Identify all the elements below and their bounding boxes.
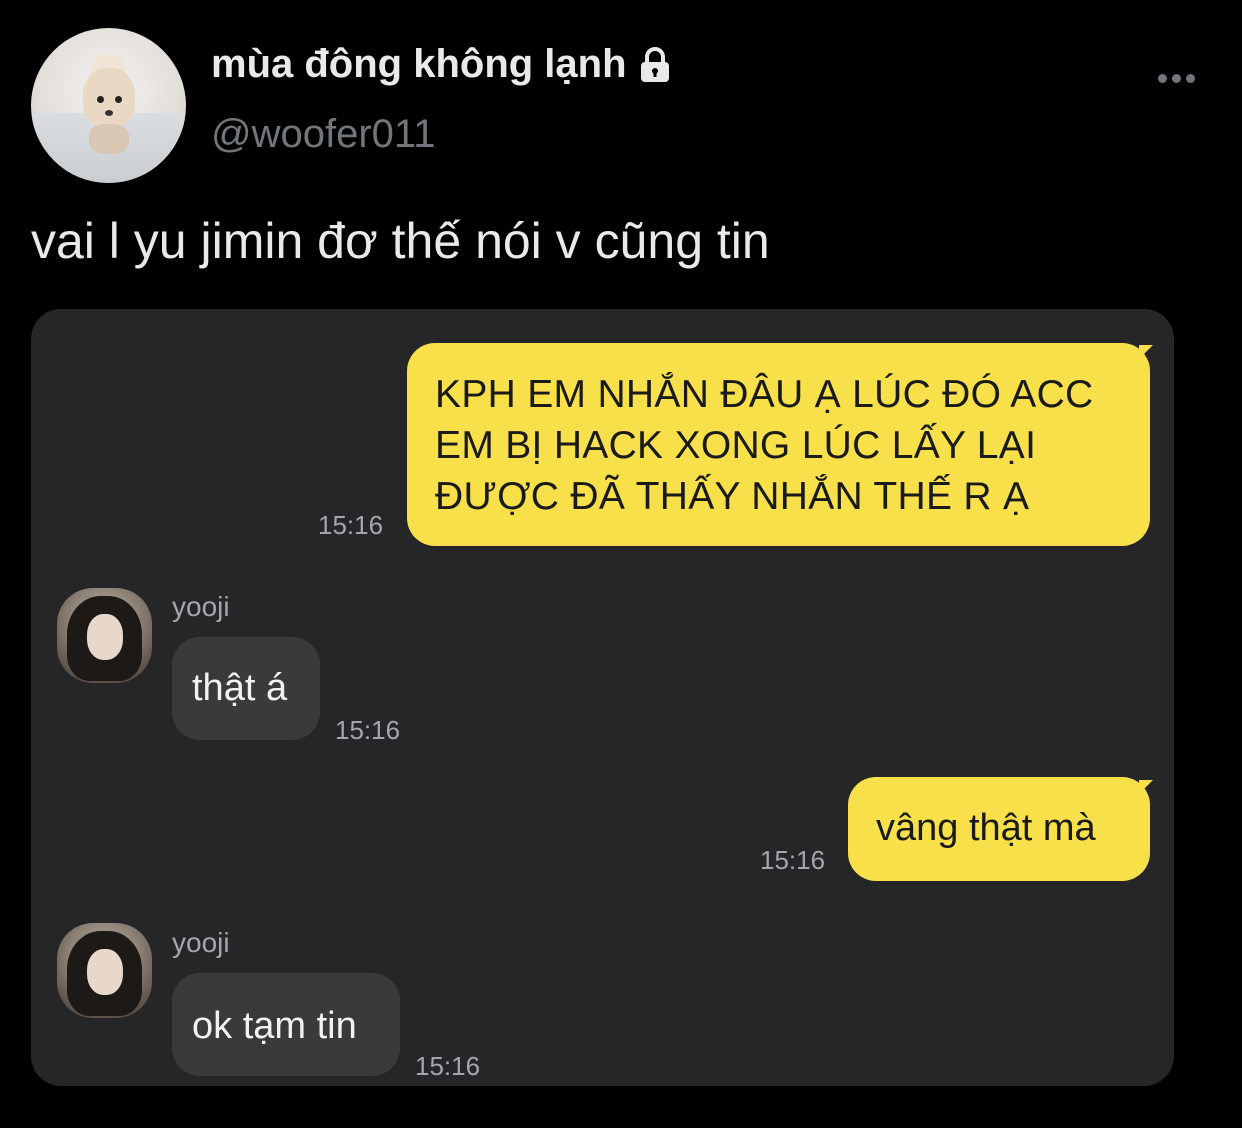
my-message-bubble: KPH EM NHẮN ĐÂU Ạ LÚC ĐÓ ACC EM BỊ HACK … [407, 343, 1150, 546]
avatar-dog-eye [97, 96, 104, 103]
my-message-bubble: vâng thật mà [848, 777, 1150, 881]
message-text: vâng thật mà [876, 807, 1096, 849]
avatar-dog-eye [115, 96, 122, 103]
message-time: 15:16 [335, 715, 401, 745]
contact-avatar[interactable] [57, 588, 152, 683]
more-dot [1186, 73, 1195, 83]
avatar-dog-body [89, 124, 129, 154]
avatar-dog-head [83, 68, 135, 128]
bubble-tail [1139, 345, 1153, 359]
lock-icon [640, 46, 669, 82]
their-message-bubble: thật á [172, 637, 320, 740]
more-dot [1172, 73, 1181, 83]
their-message-bubble: ok tạm tin [172, 973, 400, 1076]
tweet-text: vai l yu jimin đơ thế nói v cũng tin [31, 213, 770, 269]
more-icon[interactable] [1158, 66, 1200, 90]
message-text: KPH EM NHẮN ĐÂU Ạ LÚC ĐÓ ACC EM BỊ HACK … [435, 373, 1094, 518]
message-text: thật á [192, 667, 288, 709]
sender-name: yooji [172, 927, 230, 958]
message-text: ok tạm tin [192, 1005, 357, 1047]
message-time: 15:16 [318, 510, 384, 540]
user-handle[interactable]: @woofer011 [211, 112, 435, 157]
display-name[interactable]: mùa đông không lạnh [211, 42, 627, 87]
avatar-face [87, 949, 123, 995]
bubble-tail [1139, 780, 1153, 794]
sender-name: yooji [172, 591, 230, 622]
avatar-face [87, 614, 123, 660]
more-dot [1158, 73, 1167, 83]
message-time: 15:16 [415, 1051, 481, 1081]
display-name-row[interactable]: mùa đông không lạnh [211, 42, 673, 87]
tweet-media-image[interactable]: 15:16 KPH EM NHẮN ĐÂU Ạ LÚC ĐÓ ACC EM BỊ… [31, 309, 1174, 1086]
contact-avatar[interactable] [57, 923, 152, 1018]
profile-avatar[interactable] [31, 28, 186, 183]
avatar-dog-nose [105, 110, 113, 116]
message-time: 15:16 [760, 845, 826, 875]
